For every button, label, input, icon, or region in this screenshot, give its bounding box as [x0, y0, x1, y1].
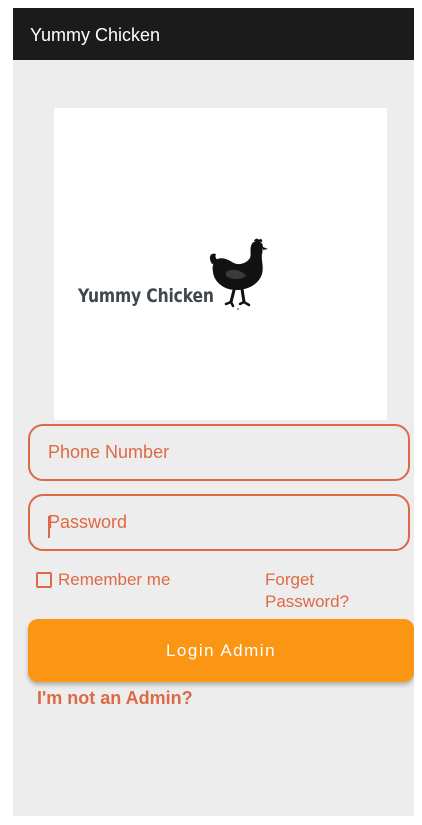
remember-me-checkbox[interactable]: Remember me [36, 570, 170, 590]
not-admin-link[interactable]: I'm not an Admin? [37, 688, 193, 709]
logo-image: Yummy Chicken [54, 108, 387, 420]
forget-password-link[interactable]: Forget Password? [265, 569, 385, 613]
hen-logo-icon [209, 238, 268, 308]
phone-number-input[interactable] [28, 424, 410, 481]
login-admin-button[interactable]: Login Admin [28, 619, 414, 682]
text-cursor [48, 516, 50, 538]
password-input[interactable] [28, 494, 410, 551]
app-title: Yummy Chicken [30, 25, 161, 45]
logo-text: Yummy Chicken [78, 285, 214, 307]
login-screen: Yummy Chicken Yummy Chicken Remember me … [13, 8, 414, 816]
remember-me-label: Remember me [58, 570, 171, 589]
app-bar: Yummy Chicken [13, 8, 414, 60]
checkbox-icon[interactable] [36, 572, 52, 588]
